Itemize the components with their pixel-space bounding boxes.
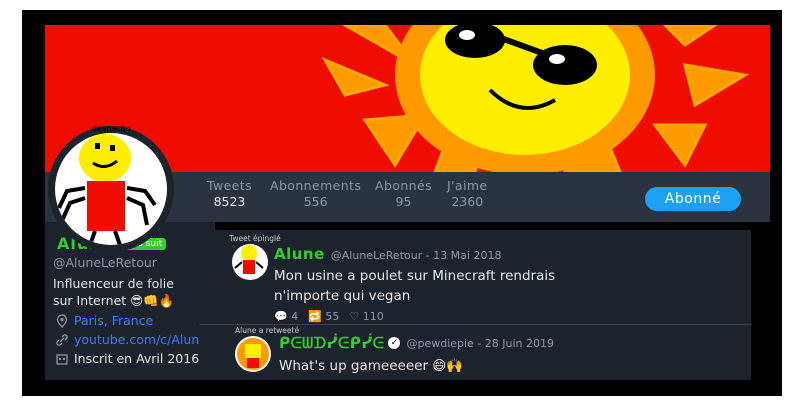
retweet-action[interactable]: 🔁 55 xyxy=(308,310,339,323)
retweet-count: 55 xyxy=(325,310,340,323)
bio-line: Influenceur de folie xyxy=(53,276,174,291)
joined-row: Inscrit en Avril 2016 xyxy=(55,351,199,366)
bio-line: sur Internet xyxy=(53,293,127,308)
location-pin-icon xyxy=(56,313,68,328)
tweet-avatar[interactable] xyxy=(235,336,271,372)
reply-count: 4 xyxy=(291,310,299,323)
tweet-avatar-drawing xyxy=(234,245,264,274)
joined-date: Inscrit en Avril 2016 xyxy=(74,351,200,366)
verified-icon: ✓ xyxy=(388,337,401,349)
tweet-feed: Tweet épinglé Alune @AluneLeRetour - 13 … xyxy=(199,230,751,380)
tweet-text-line: Mon usine a poulet sur Minecraft rendrai… xyxy=(274,268,556,284)
stat-value: 95 xyxy=(395,194,412,209)
following-button[interactable]: Abonné xyxy=(645,187,741,211)
stat-following[interactable]: Abonnements 556 xyxy=(270,178,361,209)
reply-action[interactable]: 💬 4 xyxy=(274,310,298,323)
stat-label: J'aime xyxy=(447,178,488,193)
website-row: youtube.com/c/Alune xyxy=(55,332,207,347)
profile-handle: @AluneLeRetour xyxy=(53,255,157,270)
tweet-avatar[interactable] xyxy=(232,244,268,280)
bio-emojis: 😎👊🔥 xyxy=(130,293,175,308)
tweet-divider xyxy=(199,324,751,325)
tweet-actions: 💬 4 🔁 55 ♡ 110 xyxy=(274,310,384,323)
tweet-author-name[interactable]: ᑭᕮᗯᗪᓰᕮᑭᓰᕮ xyxy=(279,334,384,352)
tweet-avatar-drawing xyxy=(237,338,269,370)
heart-icon: ♡ xyxy=(349,310,360,323)
tweet-handle-date: @AluneLeRetour - 13 Mai 2018 xyxy=(330,249,502,262)
stat-value: 8523 xyxy=(213,194,246,209)
stat-tweets[interactable]: Tweets 8523 xyxy=(207,178,252,209)
tweet-text-line: n'importe qui vegan xyxy=(274,288,411,304)
location-row: Paris, France xyxy=(55,313,153,328)
location-link[interactable]: Paris, France xyxy=(74,313,153,328)
like-count: 110 xyxy=(362,310,384,323)
profile-bio: Influenceur de folie sur Internet 😎👊🔥 xyxy=(53,275,213,309)
avatar-drawing xyxy=(57,134,157,245)
stat-value: 2360 xyxy=(451,194,484,209)
stat-label: Abonnés xyxy=(375,178,432,193)
link-icon xyxy=(56,333,68,346)
website-link[interactable]: youtube.com/c/Alune xyxy=(74,332,207,347)
tweet-handle-date: @pewdiepie - 28 Juin 2019 xyxy=(406,336,555,350)
reply-icon: 💬 xyxy=(274,310,288,323)
retweet-icon: 🔁 xyxy=(308,310,322,323)
profile-avatar[interactable] xyxy=(55,133,167,245)
tweet-author-name[interactable]: Alune xyxy=(274,245,325,263)
calendar-icon xyxy=(56,353,68,365)
app-frame: Tweets 8523 Abonnements 556 Abonnés 95 J… xyxy=(0,0,800,400)
stat-followers[interactable]: Abonnés 95 xyxy=(375,178,432,209)
pinned-label: Tweet épinglé xyxy=(229,234,281,243)
tweet-text: Mon usine a poulet sur Minecraft rendrai… xyxy=(274,266,734,306)
stat-label: Tweets xyxy=(207,178,252,193)
like-action[interactable]: ♡ 110 xyxy=(349,310,383,323)
stat-likes[interactable]: J'aime 2360 xyxy=(447,178,488,209)
stat-value: 556 xyxy=(303,194,328,209)
avatar-caption: despacito xyxy=(92,124,131,133)
tweet-text: What's up gameeeeer 😄🙌 xyxy=(279,358,464,374)
stat-label: Abonnements xyxy=(270,178,362,193)
